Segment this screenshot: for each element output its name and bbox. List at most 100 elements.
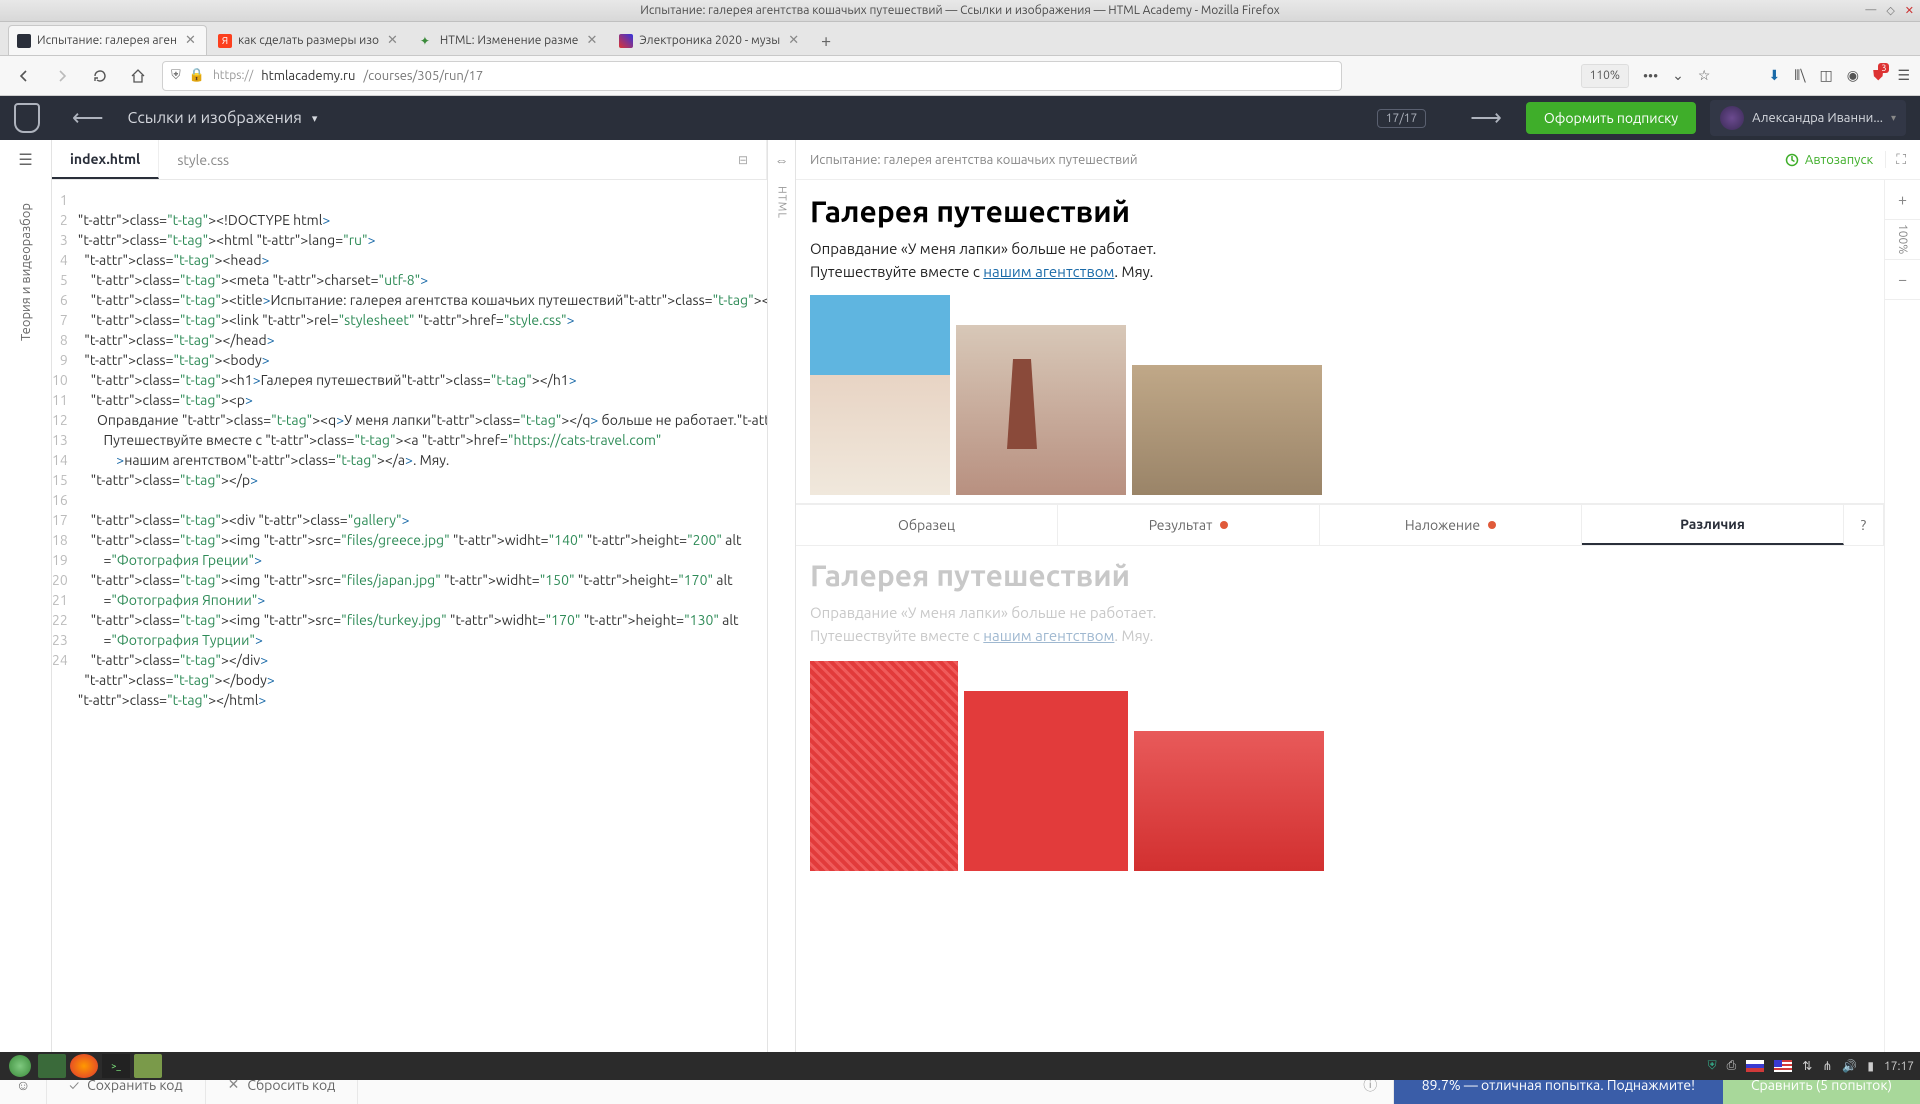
library-icon[interactable]: ⦀\: [1794, 67, 1805, 84]
image-japan: [956, 325, 1126, 495]
fullscreen-icon[interactable]: ⛶: [1885, 151, 1906, 168]
close-icon[interactable]: ✕: [1905, 4, 1914, 17]
home-button[interactable]: [124, 62, 152, 90]
diff-image: [810, 661, 958, 871]
sidebar-icon[interactable]: ◫: [1819, 67, 1832, 84]
preview-title: Испытание: галерея агентства кошачьих пу…: [810, 153, 1773, 167]
status-dot: [1220, 521, 1228, 529]
shield-icon[interactable]: ⛨: [171, 68, 181, 83]
tab-overlay[interactable]: Наложение: [1320, 505, 1582, 545]
htmlacademy-icon: [17, 34, 31, 48]
wifi-icon[interactable]: ⋔: [1822, 1059, 1832, 1073]
browser-tab[interactable]: Испытание: галерея аген ✕: [8, 25, 207, 55]
os-taskbar: >_ ⛨ ⎙ ⇅ ⋔ 🔊 ▮ 17:17: [0, 1052, 1920, 1080]
autorun-toggle[interactable]: Автозапуск: [1785, 153, 1873, 167]
network-icon[interactable]: ⇅: [1802, 1059, 1812, 1073]
close-tab-icon[interactable]: ✕: [183, 33, 198, 48]
folder-icon[interactable]: [134, 1054, 162, 1078]
collapse-icon[interactable]: ⊟: [738, 153, 748, 167]
forward-button[interactable]: [48, 62, 76, 90]
pane-divider[interactable]: ⇔ HTML: [768, 140, 796, 1064]
minimize-icon[interactable]: —: [1865, 4, 1876, 17]
more-icon[interactable]: •••: [1643, 68, 1658, 84]
app-header: ⟵ Ссылки и изображения ▾ 17/17 ⟶ Оформит…: [0, 96, 1920, 140]
close-tab-icon[interactable]: ✕: [584, 33, 599, 48]
preview-render: Галерея путешествий Оправдание «У меня л…: [796, 180, 1884, 504]
page-h1: Галерея путешествий: [810, 194, 1870, 228]
zoom-indicator[interactable]: 110%: [1581, 64, 1629, 88]
reload-button[interactable]: [86, 62, 114, 90]
chevron-down-icon: ▾: [1891, 112, 1896, 124]
flag-ru-icon[interactable]: [1746, 1060, 1764, 1072]
split-icon[interactable]: ⇔: [775, 140, 789, 180]
avatar: [1720, 106, 1744, 130]
user-menu[interactable]: Александра Иванни... ▾: [1710, 100, 1906, 136]
reader-icon[interactable]: ⌄: [1672, 67, 1684, 84]
music-icon: [619, 34, 633, 48]
system-titlebar: Испытание: галерея агентства кошачьих пу…: [0, 0, 1920, 22]
tab-diff[interactable]: Различия: [1582, 505, 1844, 545]
address-bar[interactable]: ⛨ 🔒 https://htmlacademy.ru/courses/305/r…: [162, 61, 1342, 91]
image-greece: [810, 295, 950, 495]
download-icon[interactable]: ⬇: [1768, 67, 1780, 84]
zoom-out-icon[interactable]: −: [1885, 260, 1920, 300]
preview-pane: Испытание: галерея агентства кошачьих пу…: [796, 140, 1920, 1064]
code-content[interactable]: "t-attr">class="t-tag"><!DOCTYPE html>"t…: [78, 190, 767, 1064]
shield-tray-icon[interactable]: ⛨: [1708, 1059, 1717, 1073]
close-tab-icon[interactable]: ✕: [385, 33, 400, 48]
browser-tab[interactable]: ✦ HTML: Изменение разме ✕: [411, 25, 608, 55]
flag-us-icon[interactable]: [1774, 1060, 1792, 1072]
chevron-down-icon: ▾: [312, 112, 318, 125]
close-tab-icon[interactable]: ✕: [786, 33, 801, 48]
tab-result[interactable]: Результат: [1058, 505, 1320, 545]
account-icon[interactable]: ◉: [1847, 67, 1859, 84]
lesson-title[interactable]: Ссылки и изображения ▾: [128, 109, 318, 127]
left-rail: ☰ Теория и видеоразбор: [0, 140, 52, 1064]
battery-icon[interactable]: ▮: [1867, 1059, 1874, 1073]
status-dot: [1488, 521, 1496, 529]
theory-tab[interactable]: Теория и видеоразбор: [19, 203, 33, 341]
puzzle-icon: ✦: [420, 34, 434, 48]
editor-pane: index.html style.css ⊟ 12345678910111213…: [52, 140, 768, 1064]
agency-link[interactable]: нашим агентством: [983, 263, 1114, 280]
line-gutter: 123456789101112131415161718192021222324: [52, 190, 78, 1064]
clock[interactable]: 17:17: [1884, 1060, 1914, 1073]
file-tab-style[interactable]: style.css ⊟: [159, 140, 767, 179]
zoom-level[interactable]: 100%: [1885, 220, 1920, 260]
browser-tab[interactable]: Я как сделать размеры изо ✕: [209, 25, 409, 55]
window-title: Испытание: галерея агентства кошачьих пу…: [640, 4, 1280, 17]
maximize-icon[interactable]: ◇: [1886, 4, 1894, 17]
star-icon[interactable]: ☆: [1698, 67, 1711, 84]
prev-lesson-button[interactable]: ⟵: [64, 105, 110, 131]
volume-icon[interactable]: 🔊: [1842, 1059, 1857, 1073]
menu-icon[interactable]: ☰: [18, 150, 32, 169]
diff-image: [964, 691, 1128, 871]
back-button[interactable]: [10, 62, 38, 90]
browser-tabstrip: Испытание: галерея аген ✕ Я как сделать …: [0, 22, 1920, 56]
start-menu[interactable]: [6, 1054, 34, 1078]
htmlacademy-logo[interactable]: [14, 103, 40, 133]
diff-render: Галерея путешествий Оправдание «У меня л…: [796, 546, 1884, 1064]
subscribe-button[interactable]: Оформить подписку: [1526, 102, 1696, 134]
file-tab-index[interactable]: index.html: [52, 140, 159, 179]
lock-icon[interactable]: 🔒: [189, 68, 205, 83]
terminal-icon[interactable]: >_: [102, 1054, 130, 1078]
next-lesson-button[interactable]: ⟶: [1462, 105, 1508, 131]
browser-urlbar: ⛨ 🔒 https://htmlacademy.ru/courses/305/r…: [0, 56, 1920, 96]
yandex-icon: Я: [218, 34, 232, 48]
compare-tabs: Образец Результат Наложение Различия ?: [796, 504, 1884, 546]
browser-tab[interactable]: Электроника 2020 - музы ✕: [610, 25, 810, 55]
new-tab-button[interactable]: +: [812, 27, 840, 55]
preview-right-rail: + 100% −: [1884, 180, 1920, 1064]
printer-icon[interactable]: ⎙: [1727, 1059, 1737, 1073]
tab-sample[interactable]: Образец: [796, 505, 1058, 545]
files-icon[interactable]: [38, 1054, 66, 1078]
zoom-in-icon[interactable]: +: [1885, 180, 1920, 220]
hamburger-icon[interactable]: ☰: [1897, 67, 1910, 84]
lesson-counter[interactable]: 17/17: [1377, 109, 1427, 128]
extension-icon[interactable]: ⛊3: [1873, 67, 1884, 84]
firefox-icon[interactable]: [70, 1054, 98, 1078]
image-turkey: [1132, 365, 1322, 495]
code-editor[interactable]: 123456789101112131415161718192021222324 …: [52, 180, 767, 1064]
tab-help[interactable]: ?: [1844, 505, 1884, 545]
